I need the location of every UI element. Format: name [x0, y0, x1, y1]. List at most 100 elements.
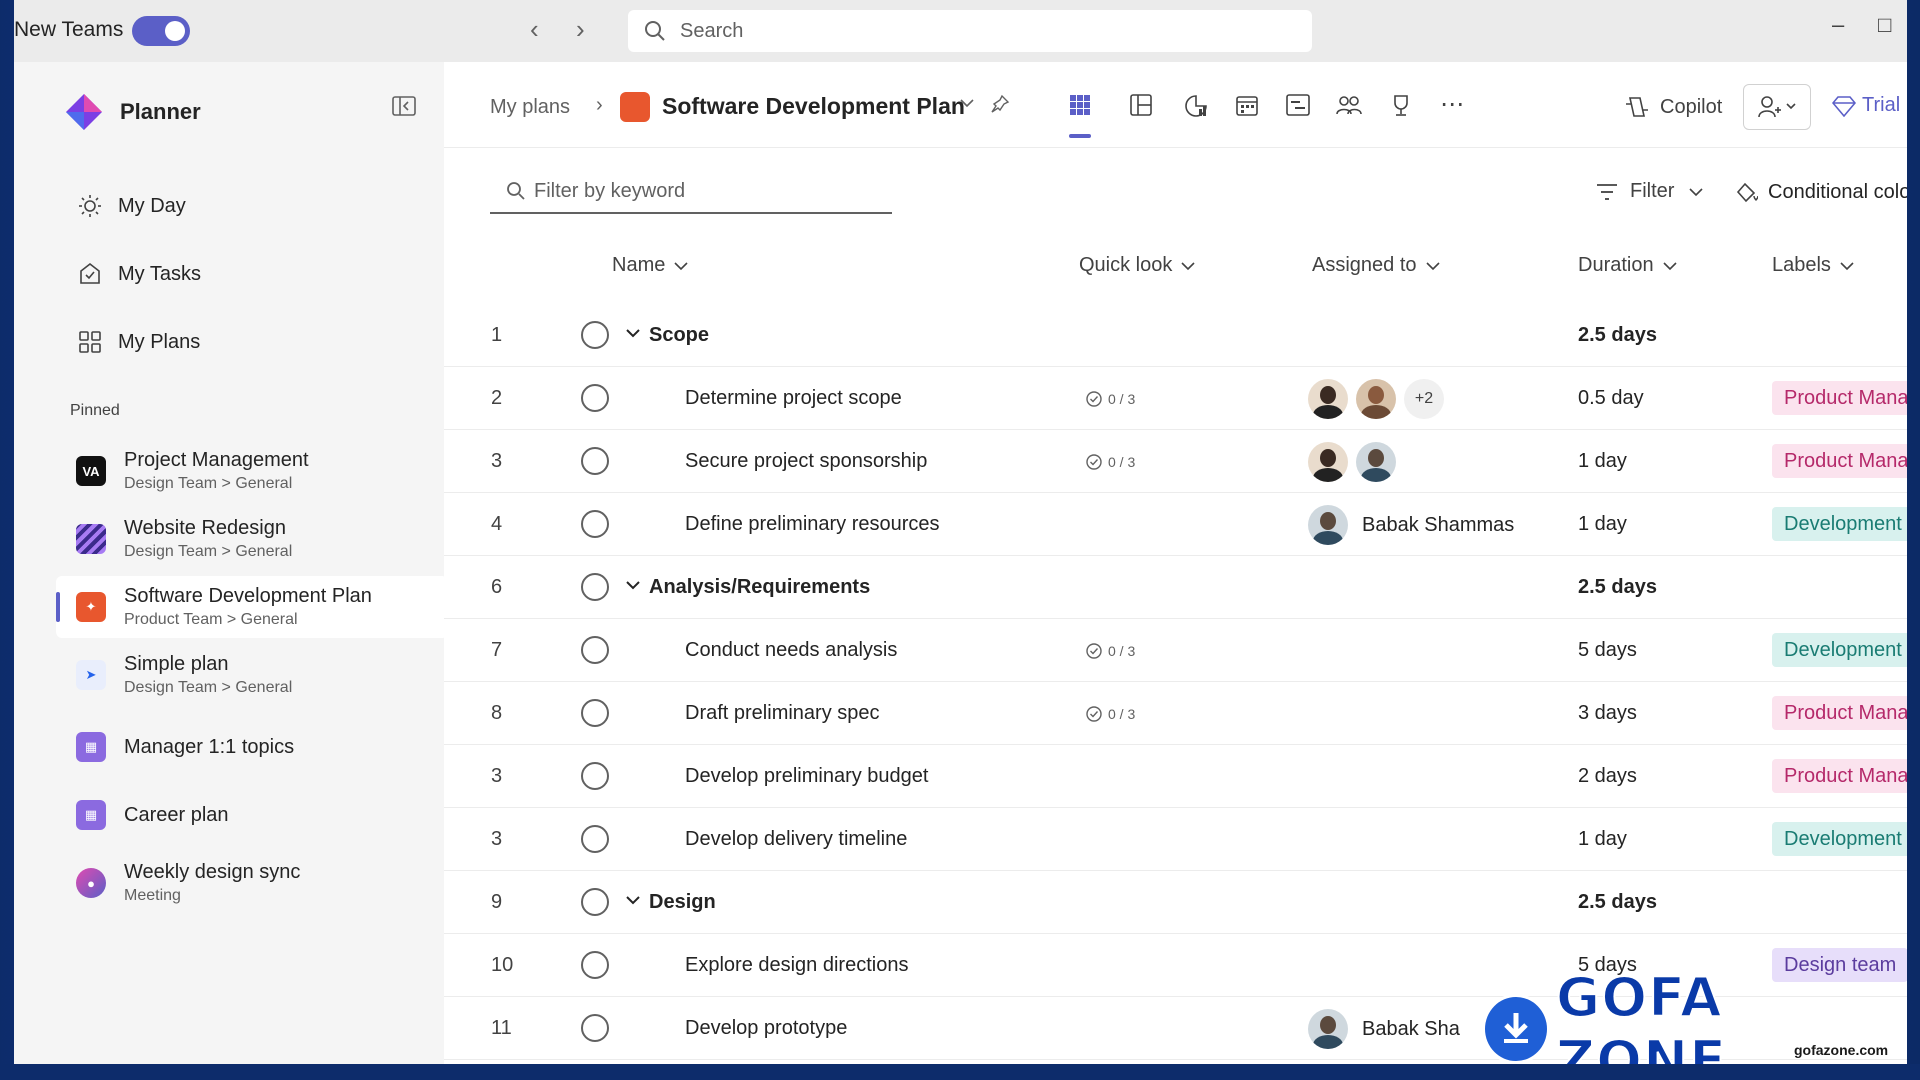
trial-button[interactable]: Trial	[1832, 94, 1900, 117]
chevron-down-icon[interactable]	[958, 94, 976, 117]
nav-my-tasks[interactable]: My Tasks	[76, 260, 201, 288]
pinned-plan-weekly-design-sync[interactable]: ● Weekly design sync Meeting	[56, 852, 448, 914]
share-members-button[interactable]	[1743, 84, 1811, 130]
complete-circle-checkbox[interactable]	[581, 447, 609, 475]
task-name[interactable]: Design	[649, 891, 716, 914]
assignees[interactable]: Babak Shammas	[1308, 505, 1514, 545]
pinned-plan-manager-topics[interactable]: ▦ Manager 1:1 topics	[56, 716, 448, 778]
chevron-down-icon[interactable]	[624, 891, 642, 914]
assignees[interactable]: +2	[1308, 379, 1444, 419]
conditional-coloring-button[interactable]: Conditional colo	[1734, 180, 1907, 204]
checklist-progress[interactable]: 0 / 3	[1086, 643, 1135, 659]
pinned-plan-simple-plan[interactable]: ➤ Simple plan Design Team > General	[56, 644, 448, 706]
label-tag[interactable]: Development te	[1772, 633, 1907, 667]
task-name[interactable]: Conduct needs analysis	[685, 639, 897, 662]
grid-view-icon[interactable]	[1069, 94, 1091, 121]
label-tag[interactable]: Development te	[1772, 822, 1907, 856]
pin-icon[interactable]	[990, 94, 1010, 119]
complete-circle-checkbox[interactable]	[581, 825, 609, 853]
assignees[interactable]: Babak Sha	[1308, 1009, 1460, 1049]
minimize-icon[interactable]: –	[1832, 12, 1844, 38]
people-view-icon[interactable]	[1336, 94, 1362, 121]
column-header-labels[interactable]: Labels	[1772, 254, 1855, 277]
more-assignees-badge[interactable]: +2	[1404, 379, 1444, 419]
label-tag[interactable]: Product Manag	[1772, 381, 1907, 415]
collapse-sidebar-icon[interactable]	[392, 96, 416, 121]
avatar[interactable]	[1308, 379, 1348, 419]
complete-circle-checkbox[interactable]	[581, 888, 609, 916]
pinned-plan-software-development[interactable]: ✦ Software Development Plan Product Team …	[56, 576, 448, 638]
checklist-progress[interactable]: 0 / 3	[1086, 454, 1135, 470]
checklist-progress[interactable]: 0 / 3	[1086, 706, 1135, 722]
back-arrow-icon[interactable]: ‹	[530, 14, 539, 45]
page-title[interactable]: Software Development Plan	[662, 93, 965, 120]
complete-circle-checkbox[interactable]	[581, 951, 609, 979]
avatar[interactable]	[1356, 442, 1396, 482]
task-name[interactable]: Develop delivery timeline	[685, 828, 907, 851]
table-row[interactable]: 3 Develop delivery timeline 1 day Developme…	[444, 808, 1907, 871]
bucket-row[interactable]: 1 Scope 2.5 days	[444, 304, 1907, 367]
charts-view-icon[interactable]	[1184, 94, 1208, 123]
table-row[interactable]: 2 Determine project scope 0 / 3 0.5 day Prod…	[444, 367, 1907, 430]
column-header-assigned-to[interactable]: Assigned to	[1312, 254, 1441, 277]
timeline-view-icon[interactable]	[1286, 94, 1310, 121]
chevron-down-icon[interactable]	[624, 324, 642, 347]
table-row[interactable]: 3 Develop preliminary budget 2 days Product…	[444, 745, 1907, 808]
task-name[interactable]: Determine project scope	[685, 387, 902, 410]
filter-keyword-input[interactable]: Filter by keyword	[490, 170, 892, 214]
more-options-icon[interactable]: ⋯	[1440, 90, 1464, 119]
breadcrumb-my-plans[interactable]: My plans	[490, 96, 570, 119]
column-header-duration[interactable]: Duration	[1578, 254, 1678, 277]
complete-circle-checkbox[interactable]	[581, 384, 609, 412]
label-tag[interactable]: Product Manag	[1772, 759, 1907, 793]
pinned-plan-project-management[interactable]: VA Project Management Design Team > Gener…	[56, 440, 448, 502]
maximize-icon[interactable]: □	[1878, 12, 1891, 38]
avatar[interactable]	[1308, 442, 1348, 482]
complete-circle-checkbox[interactable]	[581, 510, 609, 538]
avatar[interactable]	[1356, 379, 1396, 419]
filter-button[interactable]: Filter	[1596, 180, 1704, 203]
complete-circle-checkbox[interactable]	[581, 636, 609, 664]
complete-circle-checkbox[interactable]	[581, 321, 609, 349]
label-tag[interactable]: Product Manag	[1772, 444, 1907, 478]
pinned-plan-career-plan[interactable]: ▦ Career plan	[56, 784, 448, 846]
task-name[interactable]: Scope	[649, 324, 709, 347]
schedule-view-icon[interactable]	[1236, 94, 1258, 121]
goals-trophy-icon[interactable]	[1390, 94, 1412, 123]
task-name[interactable]: Draft preliminary spec	[685, 702, 880, 725]
assignees[interactable]	[1308, 442, 1404, 482]
complete-circle-checkbox[interactable]	[581, 573, 609, 601]
column-header-quick-look[interactable]: Quick look	[1079, 254, 1196, 277]
new-teams-toggle[interactable]	[132, 16, 190, 46]
chevron-down-icon[interactable]	[624, 576, 642, 599]
board-view-icon[interactable]	[1130, 94, 1152, 121]
task-name[interactable]: Explore design directions	[685, 954, 908, 977]
complete-circle-checkbox[interactable]	[581, 1014, 609, 1042]
task-name[interactable]: Develop preliminary budget	[685, 765, 928, 788]
forward-arrow-icon[interactable]: ›	[576, 14, 585, 45]
table-row[interactable]: 8 Draft preliminary spec 0 / 3 3 days Produc…	[444, 682, 1907, 745]
chevron-right-icon: ›	[596, 94, 603, 116]
checklist-progress[interactable]: 0 / 3	[1086, 391, 1135, 407]
task-name[interactable]: Develop prototype	[685, 1017, 847, 1040]
label-tag[interactable]: Product Manag	[1772, 696, 1907, 730]
avatar[interactable]	[1308, 505, 1348, 545]
global-search-input[interactable]: Search	[628, 10, 1312, 52]
avatar[interactable]	[1308, 1009, 1348, 1049]
nav-my-plans[interactable]: My Plans	[76, 328, 200, 356]
bucket-row[interactable]: 6 Analysis/Requirements 2.5 days	[444, 556, 1907, 619]
complete-circle-checkbox[interactable]	[581, 699, 609, 727]
pinned-plan-website-redesign[interactable]: Website Redesign Design Team > General	[56, 508, 448, 570]
table-row[interactable]: 3 Secure project sponsorship 0 / 3 1 day Pro…	[444, 430, 1907, 493]
complete-circle-checkbox[interactable]	[581, 762, 609, 790]
task-name[interactable]: Analysis/Requirements	[649, 576, 870, 599]
table-row[interactable]: 4 Define preliminary resources 1 day Develo…	[444, 493, 1907, 556]
copilot-button[interactable]: Copilot	[1624, 94, 1722, 120]
column-header-name[interactable]: Name	[612, 254, 689, 277]
label-tag[interactable]: Development te	[1772, 507, 1907, 541]
bucket-row[interactable]: 9 Design 2.5 days	[444, 871, 1907, 934]
task-name[interactable]: Define preliminary resources	[685, 513, 940, 536]
task-name[interactable]: Secure project sponsorship	[685, 450, 927, 473]
nav-my-day[interactable]: My Day	[76, 192, 186, 220]
table-row[interactable]: 7 Conduct needs analysis 0 / 3 5 days Develo…	[444, 619, 1907, 682]
